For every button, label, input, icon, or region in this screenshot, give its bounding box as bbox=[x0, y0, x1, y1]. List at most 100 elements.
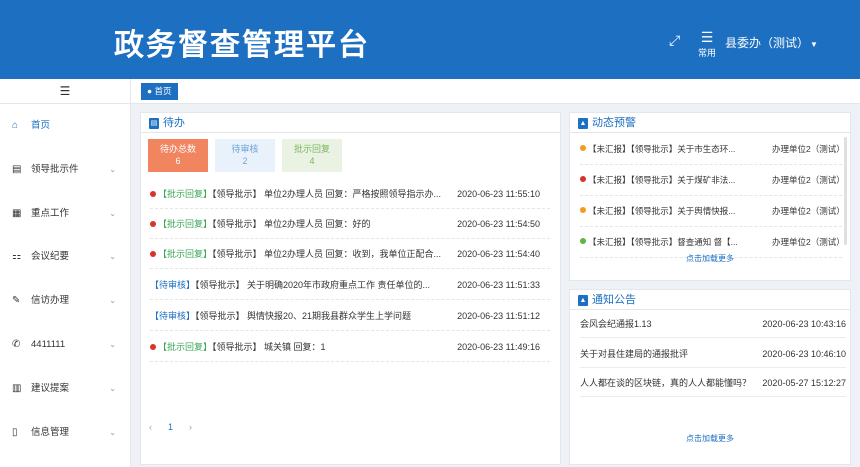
warning-scrollbar[interactable] bbox=[844, 137, 847, 245]
app-title: 政务督查管理平台 bbox=[114, 29, 370, 62]
common-menu-button[interactable]: ☰ 常用 bbox=[696, 30, 718, 59]
todo-row[interactable]: 【待审核】【领导批示】 关于明确2020年市政府重点工作 责任单位的... 202… bbox=[150, 270, 550, 300]
warning-row[interactable]: 【未汇报】【领导批示】关于舆情快报... 办理单位2（测试） bbox=[580, 196, 845, 227]
todo-status: 【待审核】 bbox=[150, 311, 196, 321]
stat-label: 待审核 bbox=[231, 144, 259, 154]
pin-icon bbox=[580, 175, 586, 182]
sidebar-item-leader-instructions[interactable]: ▤ 领导批示件 ⌄ bbox=[0, 148, 130, 192]
chevron-down-icon: ⌄ bbox=[109, 208, 116, 218]
warning-unit: 办理单位2（测试） bbox=[772, 175, 845, 185]
notice-row[interactable]: 关于对县住建局的通报批评 2020-06-23 10:46:10 bbox=[580, 341, 846, 368]
notice-icon: ▲ bbox=[578, 294, 588, 306]
todo-text: 【领导批示】 单位2办理人员 回复：好的 bbox=[212, 219, 371, 229]
warning-row[interactable]: 【未汇报】【领导批示】关于市生态环... 办理单位2（测试） bbox=[580, 134, 845, 165]
todo-row[interactable]: 【批示回复】【领导批示】 单位2办理人员 回复：好的 2020-06-23 11:… bbox=[150, 209, 550, 239]
tab-home[interactable]: ● 首页 bbox=[141, 83, 178, 100]
stat-count: 6 bbox=[175, 156, 181, 166]
todo-text: 【领导批示】 城关镇 回复：1 bbox=[212, 342, 326, 352]
notice-panel: ▲ 通知公告 会风会纪通报1.13 2020-06-23 10:43:16 关于对县… bbox=[569, 289, 851, 465]
warning-icon: ▲ bbox=[578, 117, 588, 129]
sidebar-toggle-icon[interactable]: ☰ bbox=[0, 79, 130, 104]
todo-text: 【领导批示】 单位2办理人员 回复：收到，我单位正配合... bbox=[212, 249, 442, 259]
sidebar-item-meeting-minutes[interactable]: ⚏ 会议纪要 ⌄ bbox=[0, 235, 130, 279]
notice-time: 2020-06-23 10:46:10 bbox=[762, 349, 846, 359]
todo-panel-header: ▤ 待办 bbox=[141, 113, 560, 133]
chevron-down-icon: ⌄ bbox=[109, 164, 116, 174]
status-dot-icon bbox=[150, 343, 156, 350]
sidebar-item-proposals[interactable]: ▥ 建议提案 ⌄ bbox=[0, 367, 130, 411]
notice-text: 人人都在谈的区块链，真的人人都能懂吗？ bbox=[580, 378, 752, 388]
building-icon: ▦ bbox=[12, 207, 22, 219]
meeting-icon: ⚏ bbox=[12, 251, 21, 263]
stat-instruction-reply[interactable]: 批示回复 4 bbox=[282, 139, 342, 172]
chevron-down-icon: ⌄ bbox=[109, 383, 116, 393]
notice-time: 2020-05-27 15:12:27 bbox=[762, 378, 846, 388]
todo-time: 2020-06-23 11:51:12 bbox=[457, 311, 540, 321]
todo-time: 2020-06-23 11:49:16 bbox=[457, 342, 540, 352]
warning-load-more[interactable]: 点击加载更多 bbox=[570, 253, 850, 264]
sidebar-item-petitions[interactable]: ✎ 信访办理 ⌄ bbox=[0, 279, 130, 323]
warning-row[interactable]: 【未汇报】【领导批示】关于煤矿非法... 办理单位2（测试） bbox=[580, 165, 845, 196]
proposal-icon: ▥ bbox=[12, 382, 22, 394]
tab-bar: ● 首页 bbox=[131, 79, 860, 104]
sidebar-item-4411111[interactable]: ✆ 4411111 ⌄ bbox=[0, 323, 130, 367]
status-dot-icon bbox=[150, 190, 156, 197]
chevron-down-icon: ⌄ bbox=[109, 339, 116, 349]
todo-row[interactable]: 【批示回复】【领导批示】 单位2办理人员 回复：严格按照领导指示办... 2020… bbox=[150, 179, 550, 209]
todo-status: 【批示回复】 bbox=[158, 342, 213, 352]
warning-text: 【未汇报】【领导批示】关于舆情快报... bbox=[588, 206, 736, 216]
stat-pending-review[interactable]: 待审核 2 bbox=[215, 139, 275, 172]
todo-text: 【领导批示】 单位2办理人员 回复：严格按照领导指示办... bbox=[212, 189, 442, 199]
chevron-down-icon: ⌄ bbox=[109, 427, 116, 437]
sidebar-item-label: 信息管理 bbox=[31, 426, 70, 438]
notice-load-more[interactable]: 点击加载更多 bbox=[570, 433, 850, 444]
sidebar: ☰ ⌂ 首页 ▤ 领导批示件 ⌄ ▦ 重点工作 ⌄ ⚏ 会议纪要 ⌄ ✎ 信访办理 ⌄ ✆ 4411… bbox=[0, 79, 131, 467]
sidebar-item-home[interactable]: ⌂ 首页 bbox=[0, 104, 130, 148]
notice-panel-title: 通知公告 bbox=[592, 294, 636, 306]
pin-icon bbox=[580, 144, 586, 151]
todo-row[interactable]: 【批示回复】【领导批示】 单位2办理人员 回复：收到，我单位正配合... 2020… bbox=[150, 239, 550, 269]
sidebar-item-label: 信访办理 bbox=[31, 295, 70, 307]
common-menu-label: 常用 bbox=[697, 48, 716, 58]
warning-text: 【未汇报】【领导批示】关于煤矿非法... bbox=[588, 175, 736, 185]
warning-panel: ▲ 动态预警 【未汇报】【领导批示】关于市生态环... 办理单位2（测试） 【未汇报… bbox=[569, 112, 851, 281]
sidebar-item-label: 会议纪要 bbox=[31, 251, 70, 263]
pin-icon bbox=[580, 237, 586, 244]
warning-text: 【未汇报】【领导批示】关于市生态环... bbox=[588, 144, 736, 154]
next-page-button[interactable]: › bbox=[189, 422, 192, 432]
warning-panel-header: ▲ 动态预警 bbox=[570, 113, 850, 133]
stat-count: 4 bbox=[309, 156, 315, 166]
todo-status: 【待审核】 bbox=[150, 280, 196, 290]
todo-icon: ▤ bbox=[149, 117, 159, 129]
stat-total-todo[interactable]: 待办总数 6 bbox=[148, 139, 208, 172]
book-icon: ▯ bbox=[12, 426, 18, 438]
stat-count: 2 bbox=[242, 156, 248, 166]
sidebar-item-label: 建议提案 bbox=[31, 382, 70, 394]
warning-panel-title: 动态预警 bbox=[592, 117, 636, 129]
prev-page-button[interactable]: ‹ bbox=[149, 422, 152, 432]
notice-row[interactable]: 会风会纪通报1.13 2020-06-23 10:43:16 bbox=[580, 311, 846, 338]
todo-time: 2020-06-23 11:51:33 bbox=[457, 280, 540, 290]
sidebar-item-label: 重点工作 bbox=[31, 207, 70, 219]
user-name[interactable]: 县委办（测试） bbox=[725, 34, 809, 51]
user-dropdown-icon[interactable]: ▼ bbox=[810, 40, 818, 49]
todo-time: 2020-06-23 11:54:40 bbox=[457, 249, 540, 259]
todo-panel: ▤ 待办 待办总数 6 待审核 2 批示回复 4 【批示回复】【领导批示】 单位2… bbox=[140, 112, 561, 465]
todo-text: 【领导批示】 舆情快报20、21期我县群众学生上学问题 bbox=[195, 311, 412, 321]
notice-time: 2020-06-23 10:43:16 bbox=[762, 319, 846, 329]
notice-panel-header: ▲ 通知公告 bbox=[570, 290, 850, 310]
sidebar-item-info-management[interactable]: ▯ 信息管理 ⌄ bbox=[0, 411, 130, 455]
notice-row[interactable]: 人人都在谈的区块链，真的人人都能懂吗？ 2020-05-27 15:12:27 bbox=[580, 370, 846, 397]
status-dot-icon bbox=[150, 220, 156, 227]
notice-text: 关于对县住建局的通报批评 bbox=[580, 349, 689, 359]
fullscreen-icon[interactable]: ⤢ bbox=[669, 32, 680, 49]
current-page[interactable]: 1 bbox=[168, 422, 173, 432]
todo-row[interactable]: 【待审核】【领导批示】 舆情快报20、21期我县群众学生上学问题 2020-06-… bbox=[150, 301, 550, 331]
todo-row[interactable]: 【批示回复】【领导批示】 城关镇 回复：1 2020-06-23 11:49:16 bbox=[150, 332, 550, 362]
warning-unit: 办理单位2（测试） bbox=[772, 206, 845, 216]
sidebar-item-label: 4411111 bbox=[31, 338, 66, 350]
warning-unit: 办理单位2（测试） bbox=[772, 144, 845, 154]
stat-label: 批示回复 bbox=[293, 144, 330, 154]
todo-time: 2020-06-23 11:55:10 bbox=[457, 189, 540, 199]
sidebar-item-key-work[interactable]: ▦ 重点工作 ⌄ bbox=[0, 192, 130, 236]
